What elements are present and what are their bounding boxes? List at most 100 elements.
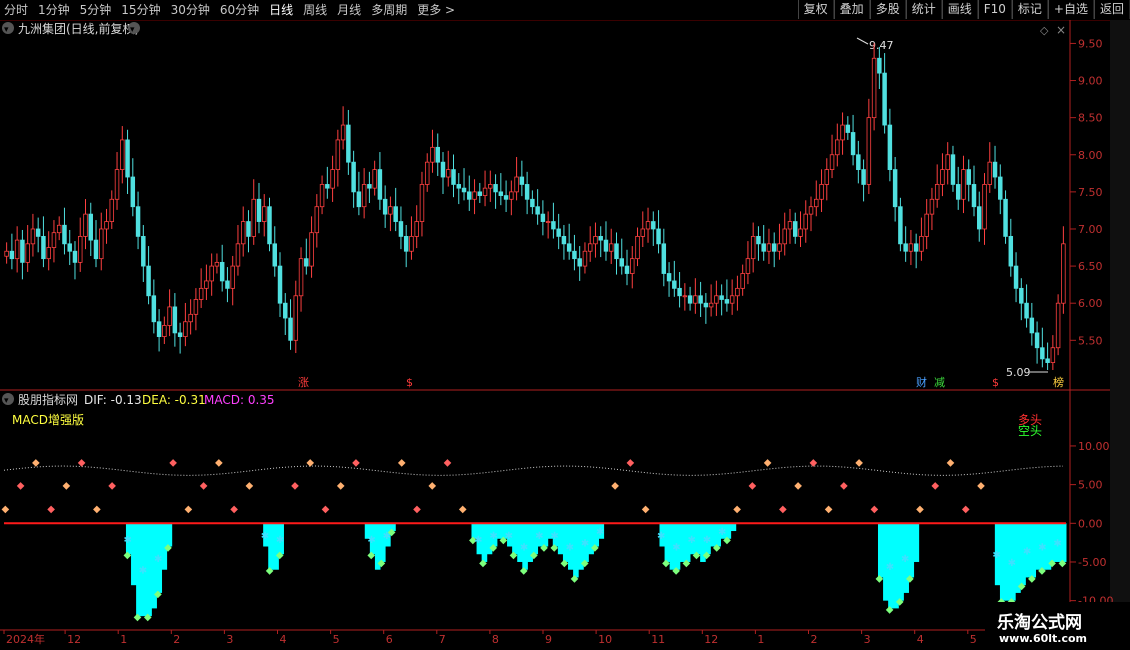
diamond-icon: ◆ bbox=[459, 504, 467, 515]
macd-tick-label: 10.00 bbox=[1078, 440, 1110, 453]
candle-body bbox=[808, 206, 814, 215]
candle-body bbox=[530, 198, 535, 208]
candle-body bbox=[540, 213, 546, 222]
tab-multi-period[interactable]: 多周期 bbox=[371, 2, 407, 18]
candle-body bbox=[945, 154, 950, 170]
butterfly-icon: ✱ bbox=[1053, 539, 1061, 550]
low-label: 5.09 bbox=[1006, 366, 1031, 379]
date-tick-label: 1 bbox=[120, 633, 127, 646]
diamond-icon: ◆ bbox=[591, 543, 599, 554]
butterfly-icon: ✱ bbox=[474, 535, 482, 546]
candle-body bbox=[614, 243, 619, 260]
candle-body bbox=[393, 206, 398, 222]
diamond-icon: ◆ bbox=[825, 504, 833, 515]
price-tick-label: 9.50 bbox=[1078, 37, 1103, 50]
diamond-icon: ◆ bbox=[17, 481, 25, 492]
candle-body bbox=[551, 221, 556, 230]
butterfly-icon: ✱ bbox=[535, 531, 543, 542]
tab-15min[interactable]: 15分钟 bbox=[121, 2, 160, 18]
candle-body bbox=[882, 72, 887, 126]
candle-body bbox=[30, 228, 36, 245]
marker-bang[interactable]: 榜 bbox=[1053, 375, 1064, 389]
diamond-icon: ◆ bbox=[571, 573, 579, 584]
diamond-icon: ◆ bbox=[108, 481, 116, 492]
overlay-button[interactable]: 叠加 bbox=[833, 0, 870, 19]
candle-body bbox=[745, 258, 751, 274]
price-tick-label: 7.50 bbox=[1078, 186, 1103, 199]
marker-dollar-1[interactable]: $ bbox=[406, 376, 413, 389]
candle-body bbox=[577, 258, 582, 267]
candle-body bbox=[971, 184, 977, 208]
candle-body bbox=[1061, 243, 1066, 304]
candle-body bbox=[703, 302, 709, 308]
candle-body bbox=[908, 243, 914, 252]
candle-body bbox=[367, 184, 372, 189]
butterfly-icon: ✱ bbox=[367, 535, 375, 546]
legend-bear: 空头 bbox=[1018, 424, 1042, 438]
tab-1min[interactable]: 1分钟 bbox=[38, 2, 70, 18]
diamond-icon: ◆ bbox=[855, 457, 863, 468]
candle-body bbox=[803, 213, 808, 230]
candle-body bbox=[535, 206, 540, 215]
candle-body bbox=[467, 191, 472, 200]
marker-dollar-2[interactable]: $ bbox=[992, 376, 999, 389]
candle-body bbox=[41, 235, 46, 260]
candle-body bbox=[735, 287, 740, 297]
tab-more[interactable]: 更多 > bbox=[417, 2, 455, 18]
diamond-icon: ◆ bbox=[144, 612, 152, 623]
price-tick-label: 9.00 bbox=[1078, 75, 1103, 88]
close-icon[interactable]: × bbox=[1056, 23, 1066, 37]
multi-stock-button[interactable]: 多股 bbox=[869, 0, 906, 19]
marker-jian[interactable]: 减 bbox=[934, 376, 945, 389]
diamond-icon: ◆ bbox=[764, 457, 772, 468]
candle-body bbox=[67, 243, 72, 252]
diamond-icon: ◆ bbox=[642, 504, 650, 515]
candle-body bbox=[482, 187, 488, 196]
candle-body bbox=[714, 295, 719, 304]
candle-body bbox=[172, 306, 178, 334]
candle-body bbox=[62, 224, 67, 245]
macd-bar bbox=[664, 523, 671, 562]
candle-body bbox=[630, 258, 635, 274]
tab-60min[interactable]: 60分钟 bbox=[220, 2, 259, 18]
candle-body bbox=[488, 184, 493, 189]
candle-body bbox=[104, 221, 109, 230]
high-label: 9.47 bbox=[869, 39, 894, 52]
tab-fenshi[interactable]: 分时 bbox=[4, 2, 28, 18]
back-button[interactable]: 返回 bbox=[1093, 0, 1130, 19]
marker-zhang[interactable]: 涨 bbox=[298, 376, 309, 389]
chart-area[interactable]: ▾ 九洲集团(日线,前复权) ▾ ◇ × ▾ 股朋指标网 DIF: -0.13 … bbox=[0, 20, 1130, 650]
candle-body bbox=[861, 169, 866, 185]
tab-daily[interactable]: 日线 bbox=[269, 2, 293, 18]
butterfly-icon: ✱ bbox=[581, 539, 589, 550]
high-pointer bbox=[856, 37, 869, 45]
tab-weekly[interactable]: 周线 bbox=[303, 2, 327, 18]
add-watchlist-button[interactable]: +自选 bbox=[1047, 0, 1094, 19]
candle-body bbox=[382, 198, 388, 215]
diamond-icon: ◆ bbox=[540, 543, 548, 554]
tab-5min[interactable]: 5分钟 bbox=[80, 2, 112, 18]
candle-body bbox=[340, 124, 346, 141]
marker-cai[interactable]: 财 bbox=[916, 375, 927, 389]
candle-body bbox=[398, 221, 404, 237]
tab-30min[interactable]: 30分钟 bbox=[171, 2, 210, 18]
diamond-icon: ◆ bbox=[154, 589, 162, 600]
candle-body bbox=[672, 280, 677, 289]
diamond-icon: ◆ bbox=[510, 550, 518, 561]
tab-monthly[interactable]: 月线 bbox=[337, 2, 361, 18]
watermark-line2: www.60lt.com bbox=[999, 632, 1088, 645]
date-tick-label: 9 bbox=[545, 633, 552, 646]
candle-body bbox=[219, 261, 225, 282]
stats-button[interactable]: 统计 bbox=[905, 0, 942, 19]
candle-body bbox=[955, 184, 961, 200]
draw-line-button[interactable]: 画线 bbox=[941, 0, 978, 19]
mark-button[interactable]: 标记 bbox=[1011, 0, 1048, 19]
fuquan-button[interactable]: 复权 bbox=[797, 0, 834, 19]
diamond-icon[interactable]: ◇ bbox=[1040, 24, 1049, 37]
diamond-icon: ◆ bbox=[876, 573, 884, 584]
right-side-panel[interactable] bbox=[1110, 20, 1130, 630]
candle-body bbox=[325, 184, 330, 189]
candle-body bbox=[992, 161, 998, 178]
candle-body bbox=[503, 195, 509, 200]
f10-button[interactable]: F10 bbox=[977, 0, 1012, 19]
